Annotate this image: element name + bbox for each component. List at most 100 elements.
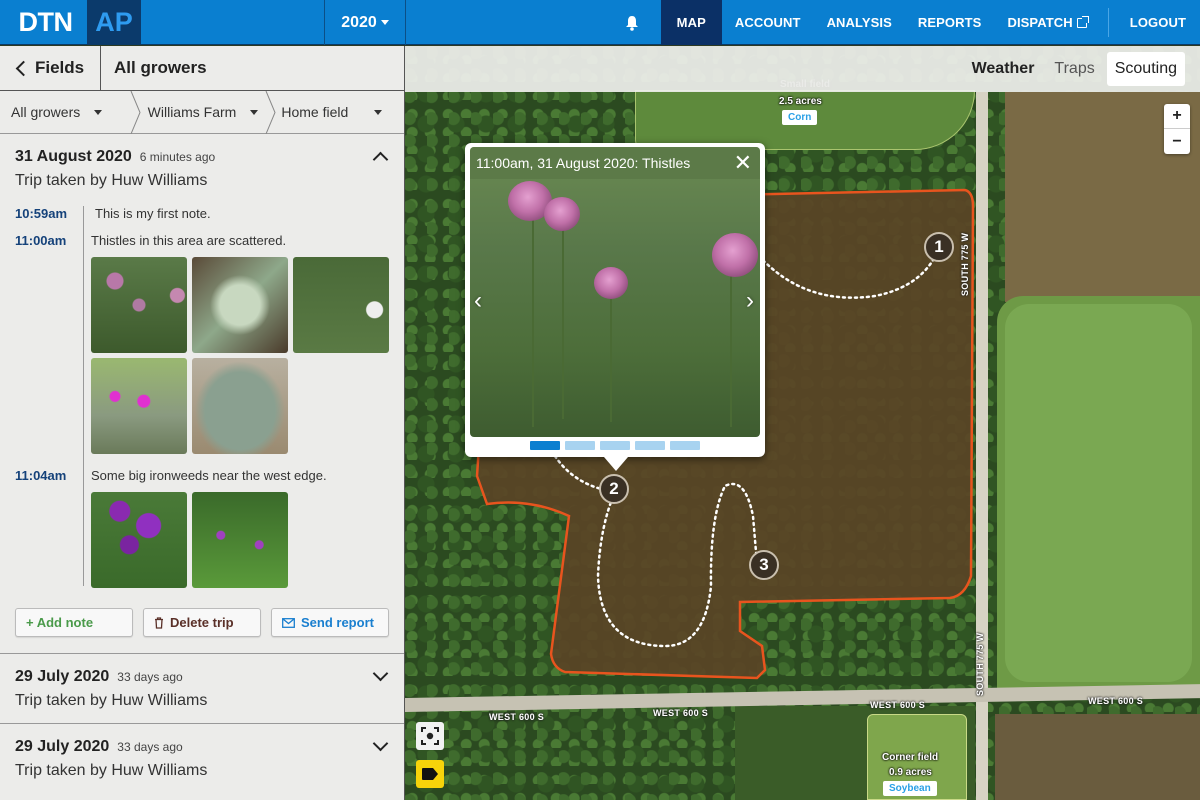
sidebar-title: All growers bbox=[114, 58, 207, 77]
road-label: WEST 600 S bbox=[653, 708, 709, 718]
scouting-marker-3[interactable]: 3 bbox=[749, 550, 779, 580]
photo-thumbnail[interactable] bbox=[192, 257, 288, 353]
nav-account[interactable]: ACCOUNT bbox=[722, 0, 814, 45]
nav-reports[interactable]: REPORTS bbox=[905, 0, 995, 45]
field-southeast bbox=[995, 714, 1200, 800]
bell-icon bbox=[625, 15, 638, 31]
popup-photo[interactable]: 11:00am, 31 August 2020: Thistles ✕ ‹ › bbox=[470, 147, 760, 437]
year-selector[interactable]: 2020 bbox=[324, 0, 406, 45]
photo-thumbnail[interactable] bbox=[293, 257, 389, 353]
send-report-label: Send report bbox=[301, 615, 374, 630]
trip-header: 29 July 2020 33 days ago bbox=[15, 738, 389, 756]
nav-map[interactable]: MAP bbox=[660, 0, 722, 45]
nav-dispatch[interactable]: DISPATCH bbox=[994, 0, 1099, 45]
zoom-in-button[interactable]: + bbox=[1164, 104, 1190, 129]
scouting-marker-2[interactable]: 2 bbox=[599, 474, 629, 504]
logo-ap: AP bbox=[87, 0, 141, 44]
breadcrumb-label: Home field bbox=[281, 104, 349, 120]
next-photo-arrow[interactable]: › bbox=[746, 287, 754, 315]
delete-trip-button[interactable]: Delete trip bbox=[143, 608, 261, 637]
photo-thumbnail[interactable] bbox=[192, 358, 288, 454]
nav-divider bbox=[1107, 8, 1109, 37]
caret-down-icon bbox=[94, 109, 103, 115]
small-field-acres: 2.5 acres bbox=[779, 96, 822, 107]
note-time: 11:04am bbox=[15, 468, 67, 483]
photo-page-2[interactable] bbox=[565, 441, 595, 450]
satellite-map[interactable]: 1 2 3 Small field 2.5 acres Corn Corner … bbox=[405, 46, 1200, 800]
small-field-crop-tag[interactable]: Corn bbox=[782, 110, 818, 125]
photo-thumbnail[interactable] bbox=[91, 358, 187, 454]
caret-down-icon bbox=[380, 20, 389, 25]
photo-thumbnail[interactable] bbox=[91, 257, 187, 353]
main-nav: MAP ACCOUNT ANALYSIS REPORTS DISPATCH LO… bbox=[605, 0, 1200, 45]
thistle-flower bbox=[712, 233, 758, 277]
breadcrumb-farm[interactable]: Williams Farm bbox=[136, 91, 276, 134]
breadcrumb-field[interactable]: Home field bbox=[271, 91, 404, 133]
thistle-flower bbox=[544, 197, 580, 231]
trip-ago: 33 days ago bbox=[117, 740, 183, 754]
trip-author: Trip taken by Huw Williams bbox=[15, 172, 208, 189]
zoom-out-button[interactable]: − bbox=[1164, 129, 1190, 154]
tag-icon bbox=[422, 768, 438, 780]
map-layer-tabs: Weather Traps Scouting bbox=[405, 46, 1200, 92]
nav-dispatch-label: DISPATCH bbox=[1007, 15, 1073, 30]
trip-date: 29 July 2020 bbox=[15, 668, 110, 685]
scouting-marker-1[interactable]: 1 bbox=[924, 232, 954, 262]
add-note-button[interactable]: + Add note bbox=[15, 608, 133, 637]
dtn-ap-logo[interactable]: DTN AP bbox=[0, 0, 141, 44]
note-item: 11:04am Some big ironweeds near the west… bbox=[15, 468, 389, 588]
logo-dtn: DTN bbox=[18, 6, 74, 37]
note-item: 11:00am Thistles in this area are scatte… bbox=[15, 233, 389, 454]
photo-page-3[interactable] bbox=[600, 441, 630, 450]
breadcrumb: All growers Williams Farm Home field bbox=[0, 91, 404, 134]
trip-notes: 10:59am This is my first note. 11:00am T… bbox=[15, 206, 389, 588]
tab-scouting[interactable]: Scouting bbox=[1106, 52, 1185, 86]
trip-item[interactable]: 29 July 2020 33 days ago Trip taken by H… bbox=[0, 654, 404, 724]
note-text: Some big ironweeds near the west edge. bbox=[91, 468, 327, 483]
breadcrumb-label: Williams Farm bbox=[147, 104, 237, 120]
breadcrumb-label: All growers bbox=[11, 104, 81, 120]
photo-page-1[interactable] bbox=[530, 441, 560, 450]
note-photos bbox=[91, 257, 389, 454]
corner-field-acres: 0.9 acres bbox=[889, 767, 932, 778]
send-report-button[interactable]: Send report bbox=[271, 608, 389, 637]
flower-stem bbox=[532, 207, 534, 427]
nav-logout[interactable]: LOGOUT bbox=[1117, 0, 1200, 45]
tab-weather[interactable]: Weather bbox=[964, 52, 1043, 86]
close-icon[interactable]: ✕ bbox=[734, 151, 752, 175]
crosshair-icon bbox=[421, 727, 439, 745]
previous-photo-arrow[interactable]: ‹ bbox=[474, 287, 482, 315]
road-label: WEST 600 S bbox=[870, 700, 926, 710]
trip-ago: 33 days ago bbox=[117, 670, 183, 684]
photo-thumbnail[interactable] bbox=[91, 492, 187, 588]
tab-traps[interactable]: Traps bbox=[1046, 52, 1102, 86]
notifications-button[interactable] bbox=[605, 0, 661, 45]
trip-item: 31 August 2020 6 minutes ago Trip taken … bbox=[0, 134, 404, 654]
label-toggle-button[interactable] bbox=[416, 760, 444, 788]
photo-popup: 11:00am, 31 August 2020: Thistles ✕ ‹ › bbox=[465, 143, 765, 471]
top-navigation-bar: DTN AP 2020 MAP ACCOUNT ANALYSIS REPORTS… bbox=[0, 0, 1200, 45]
photo-page-4[interactable] bbox=[635, 441, 665, 450]
trip-date: 31 August 2020 bbox=[15, 148, 132, 165]
trip-item[interactable]: 29 July 2020 33 days ago Trip taken by H… bbox=[0, 724, 404, 794]
trip-author: Trip taken by Huw Williams bbox=[15, 762, 208, 779]
caret-down-icon bbox=[250, 109, 259, 115]
back-label: Fields bbox=[35, 58, 85, 77]
road-label: WEST 600 S bbox=[489, 712, 545, 722]
corner-field-crop-tag[interactable]: Soybean bbox=[883, 781, 937, 796]
trip-header: 29 July 2020 33 days ago bbox=[15, 668, 389, 686]
envelope-icon bbox=[282, 617, 295, 628]
breadcrumb-grower[interactable]: All growers bbox=[0, 91, 141, 134]
thistle-flower bbox=[594, 267, 628, 299]
trip-header[interactable]: 31 August 2020 6 minutes ago bbox=[15, 148, 389, 166]
photo-thumbnail[interactable] bbox=[192, 492, 288, 588]
note-photos bbox=[91, 492, 389, 588]
delete-trip-label: Delete trip bbox=[170, 615, 234, 630]
locate-button[interactable] bbox=[416, 722, 444, 750]
nav-analysis[interactable]: ANALYSIS bbox=[814, 0, 905, 45]
road-label: SOUTH 775 W bbox=[975, 632, 985, 696]
year-value: 2020 bbox=[341, 13, 377, 31]
note-text: This is my first note. bbox=[95, 206, 211, 221]
back-to-fields-button[interactable]: Fields bbox=[0, 46, 101, 90]
photo-page-5[interactable] bbox=[670, 441, 700, 450]
